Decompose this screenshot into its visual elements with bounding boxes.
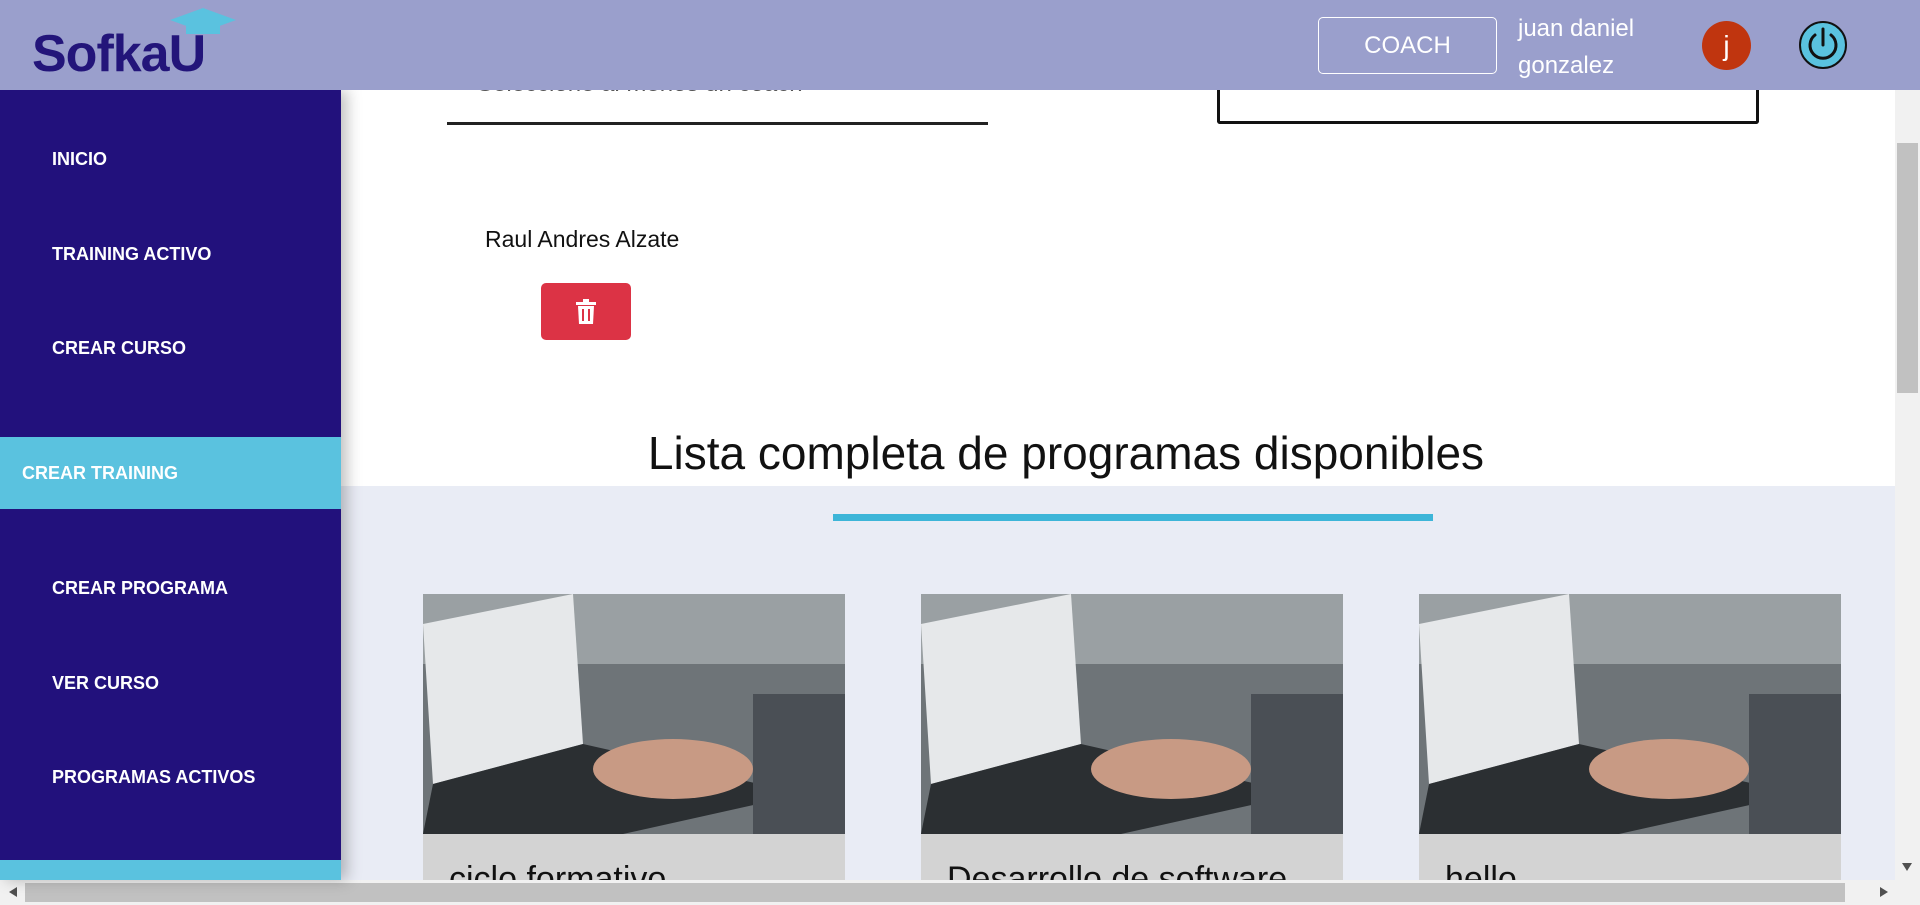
laptop-image [423, 594, 845, 834]
top-header: SofkaU COACH juan daniel gonzalez j [0, 0, 1920, 90]
program-card-title: Desarrollo de software [947, 860, 1288, 880]
sidebar-item-partial[interactable] [0, 860, 341, 880]
laptop-image [1419, 594, 1841, 834]
programs-title: Lista completa de programas disponibles [647, 427, 1485, 479]
program-card-title: hello [1445, 860, 1517, 880]
graduation-cap-icon [170, 8, 236, 34]
vertical-scroll-thumb[interactable] [1897, 143, 1918, 393]
program-select[interactable] [1217, 90, 1759, 124]
coach-role-button[interactable]: COACH [1318, 17, 1497, 74]
laptop-image [921, 594, 1343, 834]
sidebar-item-ver-curso[interactable]: VER CURSO [0, 666, 341, 700]
program-card-title: ciclo formativo [449, 860, 667, 880]
user-name-line2: gonzalez [1518, 52, 1615, 79]
main-content: Seleccione al menos un coach Raul Andres… [341, 90, 1895, 880]
program-card[interactable]: hello [1419, 594, 1841, 880]
sidebar-item-crear-training[interactable]: CREAR TRAINING [0, 437, 341, 509]
sidebar-item-crear-curso[interactable]: CREAR CURSO [0, 331, 341, 365]
sidebar-item-programas-activos[interactable]: PROGRAMAS ACTIVOS [0, 760, 341, 794]
training-form-section: Seleccione al menos un coach Raul Andres… [341, 90, 1895, 486]
coach-select-placeholder: Seleccione al menos un coach [477, 90, 803, 98]
program-card[interactable]: Desarrollo de software [921, 594, 1343, 880]
title-underline [833, 514, 1433, 521]
sidebar-item-crear-programa[interactable]: CREAR PROGRAMA [0, 571, 341, 605]
sofka-logo[interactable]: SofkaU [30, 6, 240, 83]
scroll-down-arrow-icon[interactable] [1900, 861, 1914, 873]
scroll-right-arrow-icon[interactable] [1878, 885, 1890, 899]
selected-coach-name: Raul Andres Alzate [485, 226, 680, 252]
scroll-left-arrow-icon[interactable] [7, 885, 19, 899]
trash-icon [576, 298, 596, 324]
program-card[interactable]: ciclo formativo [423, 594, 845, 880]
sidebar-item-training-activo[interactable]: TRAINING ACTIVO [0, 237, 341, 271]
user-name: juan daniel gonzalez [1518, 10, 1668, 84]
delete-coach-button[interactable] [541, 283, 631, 340]
sidebar-item-inicio[interactable]: INICIO [0, 142, 341, 176]
sidebar: INICIO TRAINING ACTIVO CREAR CURSO CREAR… [0, 90, 341, 880]
avatar[interactable]: j [1702, 21, 1751, 70]
coach-select[interactable]: Seleccione al menos un coach [447, 90, 988, 125]
user-name-line1: juan daniel [1518, 15, 1635, 42]
power-icon[interactable] [1798, 20, 1848, 70]
horizontal-scroll-thumb[interactable] [25, 883, 1845, 902]
